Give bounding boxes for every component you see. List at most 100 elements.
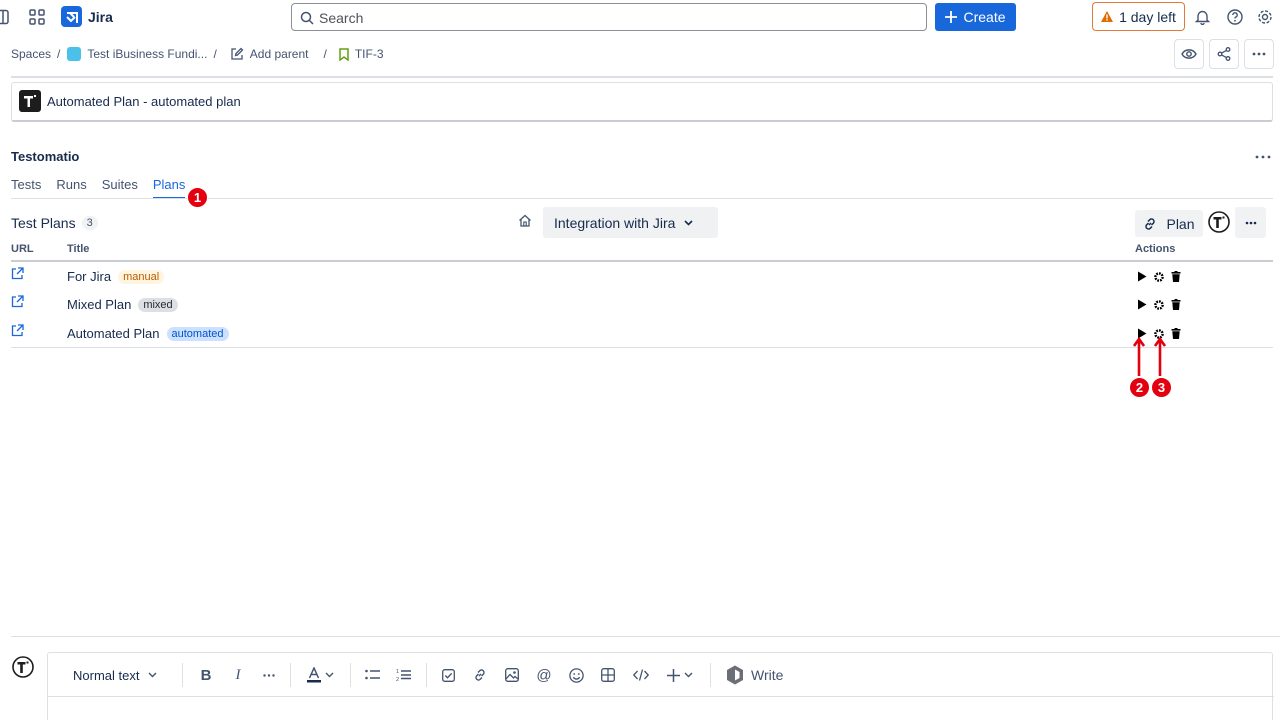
linked-plan-card[interactable]: Automated Plan - automated plan [11,82,1273,122]
plan-title[interactable]: Mixed Plan mixed [67,297,178,312]
table-row: Automated Plan automated [11,320,1273,348]
breadcrumb-spaces[interactable]: Spaces [11,47,51,61]
insert-more-icon[interactable] [665,666,695,684]
testomatio-tabs: Tests Runs Suites Plans [11,177,200,199]
table-row: Mixed Plan mixed [11,291,1273,319]
annotation-badge-3: 3 [1151,377,1172,398]
top-navigation: Jira Create 1 day left [0,0,1280,36]
link-icon [1145,217,1156,230]
plan-type-tag: manual [118,269,165,284]
breadcrumb-project[interactable]: Test iBusiness Fundi... [67,47,207,61]
plus-icon [945,11,958,23]
external-link-icon[interactable] [11,295,24,311]
suite-selector-label: Integration with Jira [554,214,676,231]
tab-runs[interactable]: Runs [56,177,86,199]
chevron-down-icon [684,219,693,226]
emoji-icon[interactable] [568,666,584,684]
help-icon[interactable] [1227,9,1243,28]
more-actions-button[interactable] [1244,39,1274,69]
checkbox-icon[interactable] [440,666,456,684]
watch-button[interactable] [1174,39,1204,69]
tab-plans[interactable]: Plans [152,177,186,199]
delete-trash-icon[interactable] [1171,269,1181,285]
share-button[interactable] [1209,39,1239,69]
notifications-bell-icon[interactable] [1194,9,1211,28]
settings-gear-icon[interactable] [1154,269,1164,285]
tab-suites[interactable]: Suites [102,177,138,199]
share-icon [1217,47,1231,61]
add-parent-link[interactable]: Add parent [230,47,309,61]
run-play-icon[interactable] [1137,297,1147,313]
text-color-icon[interactable] [304,666,336,684]
link-icon[interactable] [472,666,488,684]
bullet-list-icon[interactable] [364,666,382,684]
ai-write-icon [727,665,743,685]
svg-text:2: 2 [396,677,399,682]
numbered-list-icon[interactable]: 12 [395,666,413,684]
breadcrumb-separator: / [57,47,61,61]
code-icon[interactable] [632,666,650,684]
settings-gear-icon[interactable] [1154,297,1164,313]
toolbar-separator [290,663,291,687]
project-icon [67,47,82,61]
app-switcher-icon[interactable] [29,9,45,25]
jira-logo-icon[interactable] [61,6,82,27]
bold-icon[interactable]: B [198,666,214,684]
sidebar-toggle-icon[interactable] [0,9,12,25]
mention-icon[interactable]: @ [536,666,552,684]
create-button-label: Create [963,9,1006,25]
link-plan-label: Plan [1166,215,1195,232]
plan-type-tag: mixed [138,297,178,312]
plan-title-label: Automated Plan [67,326,160,341]
external-link-icon[interactable] [11,267,24,283]
divider [11,76,1273,78]
text-style-select[interactable]: Normal text [73,666,157,684]
editor-divider [11,636,1280,637]
column-header-actions: Actions [1135,243,1176,255]
delete-trash-icon[interactable] [1171,326,1181,342]
suite-selector[interactable]: Integration with Jira [543,207,718,238]
write-ai-button[interactable]: Write [726,665,784,685]
italic-icon[interactable]: I [230,666,246,684]
table-icon[interactable] [600,666,616,684]
row-actions [1137,269,1187,282]
comment-editor[interactable]: Normal text B I 12 @ Write [47,652,1274,720]
more-formatting-icon[interactable] [260,666,278,684]
breadcrumb: Spaces / Test iBusiness Fundi... / Add p… [11,45,384,63]
breadcrumb-separator: / [213,47,217,61]
trial-button[interactable]: 1 day left [1092,2,1185,31]
settings-gear-icon[interactable] [1257,9,1273,28]
chevron-down-icon [148,672,157,678]
testomatio-round-icon[interactable] [1208,211,1230,233]
plans-more-button[interactable] [1235,207,1266,238]
more-icon [1245,221,1256,224]
section-more-icon[interactable] [1253,150,1273,162]
search-input[interactable] [319,8,909,27]
app-name[interactable]: Jira [88,9,113,25]
plan-type-tag: automated [166,326,229,341]
issue-key: TIF-3 [354,47,384,61]
edit-icon [231,47,244,60]
link-plan-button[interactable]: Plan [1135,210,1203,237]
plan-title-label: For Jira [67,269,112,284]
testomatio-logo-icon [19,90,41,112]
create-button[interactable]: Create [935,3,1016,31]
trial-label: 1 day left [1119,8,1176,25]
write-label: Write [751,667,784,683]
plan-title[interactable]: For Jira manual [67,269,165,284]
run-play-icon[interactable] [1137,269,1147,285]
testomatio-title: Testomatio [11,149,80,164]
more-icon [1252,52,1266,56]
test-plans-heading: Test Plans 3 [11,215,98,231]
breadcrumb-issue[interactable]: TIF-3 [339,47,384,61]
test-plans-count: 3 [81,216,98,230]
warning-icon [1101,11,1114,22]
plan-title[interactable]: Automated Plan automated [67,326,229,341]
tab-tests[interactable]: Tests [11,177,41,199]
delete-trash-icon[interactable] [1171,297,1181,313]
image-icon[interactable] [504,666,520,684]
external-link-icon[interactable] [11,324,24,340]
linked-plan-label: Automated Plan - automated plan [47,94,241,109]
home-icon[interactable] [518,214,532,230]
search-box[interactable] [291,3,927,31]
